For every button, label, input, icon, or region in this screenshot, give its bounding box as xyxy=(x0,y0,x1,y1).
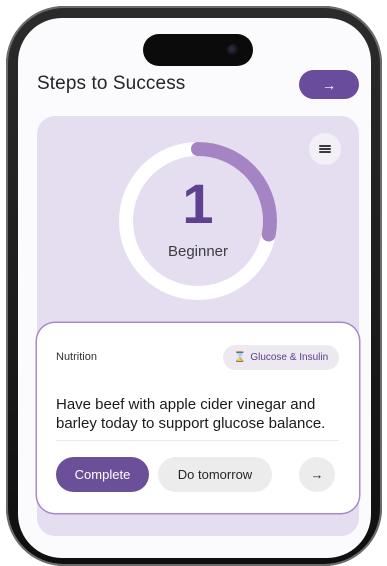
level-label: Beginner xyxy=(167,243,229,260)
task-category: Nutrition xyxy=(56,351,97,363)
tag-chip[interactable]: ⌛ Glucose & Insulin xyxy=(223,345,339,370)
level-number: 1 xyxy=(182,172,214,235)
divider xyxy=(56,440,339,441)
tag-label: Glucose & Insulin xyxy=(250,352,329,363)
next-button[interactable]: → xyxy=(299,457,335,492)
hourglass-icon: ⌛ xyxy=(233,352,247,363)
task-description: Have beef with apple cider vinegar and b… xyxy=(56,396,326,432)
complete-button[interactable]: Complete xyxy=(56,457,149,492)
do-tomorrow-button[interactable]: Do tomorrow xyxy=(158,457,272,492)
arrow-right-icon: → xyxy=(310,467,324,482)
